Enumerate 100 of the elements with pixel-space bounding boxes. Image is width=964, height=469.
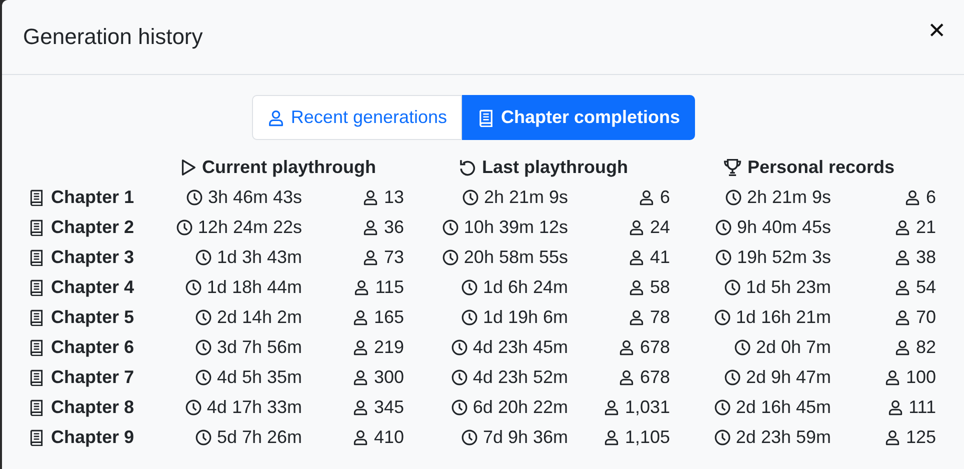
player-count: 36 bbox=[384, 216, 404, 238]
time-value: 20h 58m 55s bbox=[464, 246, 568, 268]
player-count: 24 bbox=[650, 216, 670, 238]
clock-icon bbox=[714, 398, 731, 416]
book-icon bbox=[28, 218, 45, 236]
player-count: 219 bbox=[374, 336, 404, 358]
person-icon bbox=[602, 428, 620, 446]
chapter-label: Chapter 7 bbox=[51, 366, 134, 388]
time-value: 7d 9h 36m bbox=[482, 426, 568, 448]
chapter-label: Chapter 3 bbox=[51, 246, 134, 268]
tab[interactable]: Recent generations bbox=[252, 95, 462, 140]
clock-icon bbox=[724, 278, 741, 296]
chapter-label: Chapter 2 bbox=[51, 216, 134, 238]
time-value: 10h 39m 12s bbox=[464, 216, 568, 238]
player-count: 345 bbox=[374, 396, 404, 418]
player-count: 6 bbox=[660, 186, 670, 208]
clock-icon bbox=[460, 428, 478, 446]
clock-icon bbox=[450, 338, 468, 356]
player-count: 6 bbox=[926, 186, 936, 208]
chapter-label: Chapter 9 bbox=[51, 426, 134, 448]
clock-icon bbox=[450, 368, 468, 386]
time-value: 1d 19h 6m bbox=[482, 306, 568, 328]
column-header: Current playthrough bbox=[202, 156, 376, 178]
player-count: 70 bbox=[916, 306, 936, 328]
clock-icon bbox=[734, 338, 751, 356]
time-value: 19h 52m 3s bbox=[736, 246, 831, 268]
clock-icon bbox=[714, 428, 731, 446]
time-value: 9h 40m 45s bbox=[736, 216, 831, 238]
person-icon bbox=[886, 398, 904, 416]
undo-arrow-icon bbox=[458, 158, 477, 176]
clock-icon bbox=[460, 308, 478, 326]
player-count: 300 bbox=[374, 366, 404, 388]
clock-icon bbox=[194, 428, 212, 446]
time-value: 2d 9h 47m bbox=[746, 366, 831, 388]
time-value: 2d 16h 45m bbox=[736, 396, 831, 418]
chapter-label: Chapter 8 bbox=[51, 396, 134, 418]
clock-icon bbox=[184, 398, 202, 416]
time-value: 2d 0h 7m bbox=[756, 336, 831, 358]
person-icon bbox=[638, 188, 655, 206]
person-icon bbox=[618, 368, 635, 386]
player-count: 58 bbox=[650, 276, 670, 298]
chapter-label: Chapter 1 bbox=[51, 186, 134, 208]
person-icon bbox=[352, 338, 369, 356]
time-value: 2h 21m 9s bbox=[746, 186, 831, 208]
person-icon bbox=[904, 188, 921, 206]
time-value: 2d 23h 59m bbox=[736, 426, 831, 448]
person-icon bbox=[894, 218, 911, 236]
person-icon bbox=[352, 368, 369, 386]
person-icon bbox=[352, 428, 369, 446]
person-icon bbox=[362, 218, 379, 236]
player-count: 1,105 bbox=[624, 426, 670, 448]
time-value: 1d 5h 23m bbox=[746, 276, 831, 298]
clock-icon bbox=[442, 248, 459, 266]
player-count: 678 bbox=[640, 336, 670, 358]
time-value: 3d 7h 56m bbox=[216, 336, 302, 358]
person-icon bbox=[602, 398, 620, 416]
player-count: 410 bbox=[374, 426, 404, 448]
player-count: 78 bbox=[650, 306, 670, 328]
close-button[interactable]: ✕ bbox=[926, 18, 948, 44]
time-value: 2d 14h 2m bbox=[216, 306, 302, 328]
dialog-title: Generation history bbox=[23, 24, 203, 50]
player-count: 13 bbox=[384, 186, 404, 208]
book-icon bbox=[28, 368, 45, 386]
clock-icon bbox=[460, 278, 478, 296]
time-value: 1d 18h 44m bbox=[206, 276, 302, 298]
clock-icon bbox=[462, 188, 479, 206]
player-count: 82 bbox=[916, 336, 936, 358]
time-value: 1d 3h 43m bbox=[216, 246, 302, 268]
column-header: Personal records bbox=[747, 156, 895, 178]
book-icon bbox=[28, 278, 45, 296]
clock-icon bbox=[442, 218, 459, 236]
time-value: 2h 21m 9s bbox=[484, 186, 568, 208]
clock-icon bbox=[714, 308, 731, 326]
clock-icon bbox=[724, 368, 741, 386]
time-value: 4d 5h 35m bbox=[216, 366, 302, 388]
chapter-label: Chapter 4 bbox=[51, 276, 134, 298]
player-count: 115 bbox=[375, 276, 404, 298]
person-icon bbox=[894, 338, 911, 356]
book-icon bbox=[477, 108, 496, 126]
column-header: Last playthrough bbox=[482, 156, 628, 178]
person-icon bbox=[266, 108, 285, 126]
player-count: 41 bbox=[650, 246, 670, 268]
player-count: 1,031 bbox=[624, 396, 670, 418]
chapter-label: Chapter 6 bbox=[51, 336, 134, 358]
book-icon bbox=[28, 398, 45, 416]
person-icon bbox=[894, 278, 911, 296]
time-value: 4d 23h 52m bbox=[472, 366, 568, 388]
person-icon bbox=[884, 368, 901, 386]
player-count: 54 bbox=[916, 276, 936, 298]
person-icon bbox=[628, 308, 645, 326]
clock-icon bbox=[194, 338, 212, 356]
person-icon bbox=[362, 188, 379, 206]
tab[interactable]: Chapter completions bbox=[462, 95, 696, 140]
player-count: 73 bbox=[384, 246, 404, 268]
player-count: 125 bbox=[906, 426, 936, 448]
person-icon bbox=[628, 278, 645, 296]
player-count: 111 bbox=[908, 396, 936, 418]
time-value: 1d 16h 21m bbox=[736, 306, 831, 328]
clock-icon bbox=[194, 308, 212, 326]
person-icon bbox=[884, 428, 901, 446]
